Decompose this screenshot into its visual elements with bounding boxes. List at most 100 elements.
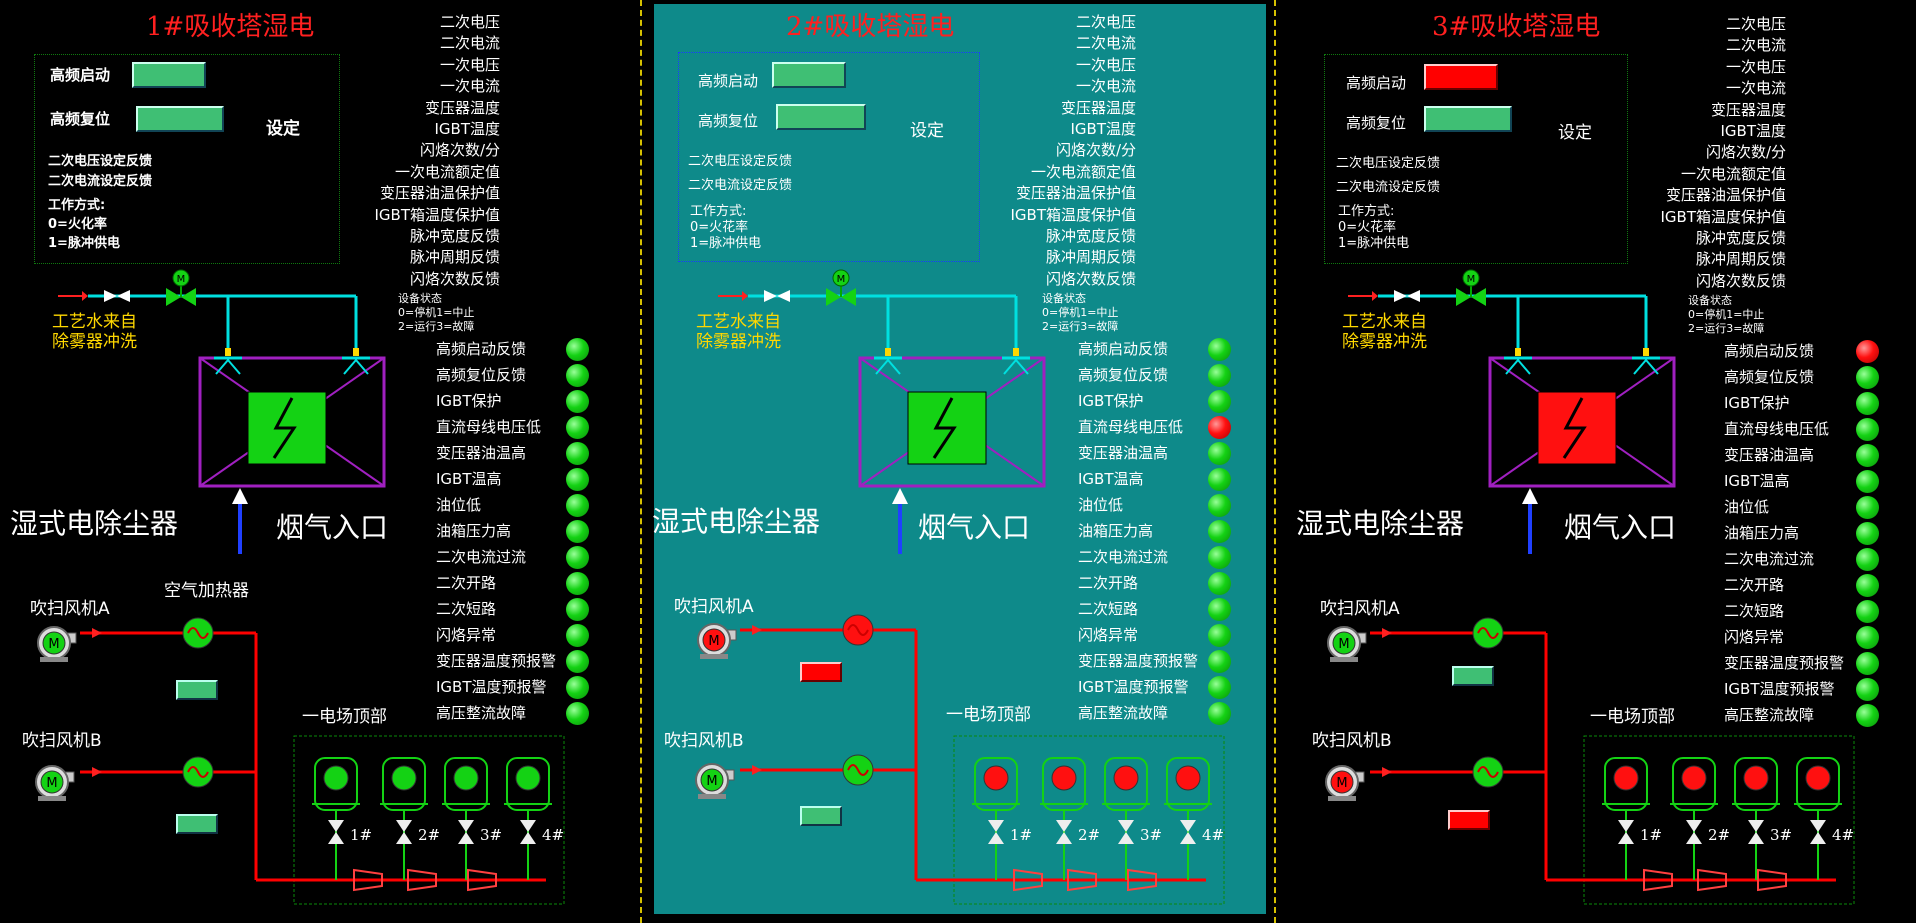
fan-a-base	[700, 654, 728, 659]
valve-icon	[1618, 832, 1634, 844]
motor-valve-icon	[166, 288, 181, 306]
insulator-label: 1#	[350, 826, 372, 844]
separator-right	[1274, 0, 1276, 923]
arrow-head	[892, 488, 908, 504]
nozzle-joint	[1013, 348, 1019, 356]
insulator-label: 1#	[1640, 826, 1662, 844]
insulator-label: 1#	[1010, 826, 1032, 844]
arrow-head	[1372, 291, 1378, 301]
fan-b-base	[1328, 796, 1356, 801]
insulator-label: 3#	[1140, 826, 1162, 844]
insulator-heater-element	[1113, 765, 1139, 791]
fan-b-letter: M	[706, 774, 717, 789]
separator-left	[640, 0, 642, 923]
insulator-heater-element	[983, 765, 1009, 791]
insulator-heater-element	[391, 765, 417, 791]
valve-motor-letter: M	[1467, 274, 1476, 285]
insulator-label: 3#	[1770, 826, 1792, 844]
arrow-head	[1382, 767, 1392, 777]
fan-a-letter: M	[708, 634, 719, 649]
motor-valve-icon	[841, 288, 856, 306]
nozzle-joint	[1643, 348, 1649, 356]
arrow-head	[752, 765, 762, 775]
manual-valve-icon	[777, 290, 790, 302]
fan-b-letter: M	[1336, 776, 1347, 791]
arrow-head	[82, 291, 88, 301]
valve-icon	[988, 832, 1004, 844]
valve-icon	[1618, 820, 1634, 832]
panel-1: 1#吸收塔湿电 高频启动 高频复位 设定 二次电压设定反馈 二次电流设定反馈 工…	[0, 0, 640, 923]
valve-icon	[520, 820, 536, 832]
valve-icon	[1810, 832, 1826, 844]
fan-b-base	[698, 794, 726, 799]
valve-icon	[458, 820, 474, 832]
valve-icon	[1118, 820, 1134, 832]
valve-icon	[1056, 820, 1072, 832]
nozzle-joint	[225, 348, 231, 356]
valve-icon	[1748, 832, 1764, 844]
process-diagram: M M M 1# 2# 3# 4#	[695, 269, 1225, 905]
manual-valve-icon	[1407, 290, 1420, 302]
arrow-head	[1522, 488, 1538, 504]
insulator-label: 3#	[480, 826, 502, 844]
valve-icon	[1686, 820, 1702, 832]
arrow-head	[232, 488, 248, 504]
motor-valve-icon	[826, 288, 841, 306]
insulator-label: 4#	[1832, 826, 1854, 844]
process-diagram: M M M 1# 2# 3# 4#	[35, 269, 565, 905]
nozzle-joint	[885, 348, 891, 356]
nozzle-joint	[353, 348, 359, 356]
insulator-heater-element	[323, 765, 349, 791]
motor-valve-icon	[181, 288, 196, 306]
fan-a-base	[1330, 657, 1358, 662]
motor-valve-icon	[1471, 288, 1486, 306]
valve-icon	[396, 820, 412, 832]
valve-icon	[1180, 820, 1196, 832]
arrow-head	[92, 767, 102, 777]
panel-3: 3#吸收塔湿电 高频启动 高频复位 设定 二次电压设定反馈 二次电流设定反馈 工…	[1276, 0, 1916, 923]
insulator-label: 4#	[1202, 826, 1224, 844]
valve-icon	[328, 832, 344, 844]
valve-icon	[328, 820, 344, 832]
valve-icon	[1118, 832, 1134, 844]
fan-a-letter: M	[1338, 637, 1349, 652]
valve-icon	[1748, 820, 1764, 832]
valve-icon	[396, 832, 412, 844]
fan-b-letter: M	[46, 776, 57, 791]
arrow-head	[92, 628, 102, 638]
valve-icon	[520, 832, 536, 844]
fan-a-letter: M	[48, 637, 59, 652]
insulator-label: 2#	[1708, 826, 1730, 844]
insulator-heater-element	[515, 765, 541, 791]
valve-icon	[1056, 832, 1072, 844]
arrow-head	[1382, 628, 1392, 638]
manual-valve-icon	[764, 290, 777, 302]
insulator-heater-element	[1613, 765, 1639, 791]
insulator-heater-element	[1175, 765, 1201, 791]
insulator-label: 2#	[418, 826, 440, 844]
arrow-head	[752, 625, 762, 635]
manual-valve-icon	[117, 290, 130, 302]
motor-valve-icon	[1456, 288, 1471, 306]
insulator-label: 2#	[1078, 826, 1100, 844]
process-diagram: M M M 1# 2# 3# 4#	[1325, 269, 1855, 905]
nozzle-joint	[1515, 348, 1521, 356]
insulator-heater-element	[453, 765, 479, 791]
fan-a-base	[40, 657, 68, 662]
insulator-label: 4#	[542, 826, 564, 844]
valve-icon	[1686, 832, 1702, 844]
valve-icon	[988, 820, 1004, 832]
valve-icon	[458, 832, 474, 844]
valve-icon	[1180, 832, 1196, 844]
insulator-heater-element	[1681, 765, 1707, 791]
valve-motor-letter: M	[837, 274, 846, 285]
arrow-head	[742, 291, 748, 301]
valve-motor-letter: M	[177, 274, 186, 285]
manual-valve-icon	[1394, 290, 1407, 302]
fan-b-base	[38, 796, 66, 801]
insulator-heater-element	[1743, 765, 1769, 791]
panel-2: 2#吸收塔湿电 高频启动 高频复位 设定 二次电压设定反馈 二次电流设定反馈 工…	[640, 0, 1276, 923]
insulator-heater-element	[1805, 765, 1831, 791]
insulator-heater-element	[1051, 765, 1077, 791]
manual-valve-icon	[104, 290, 117, 302]
